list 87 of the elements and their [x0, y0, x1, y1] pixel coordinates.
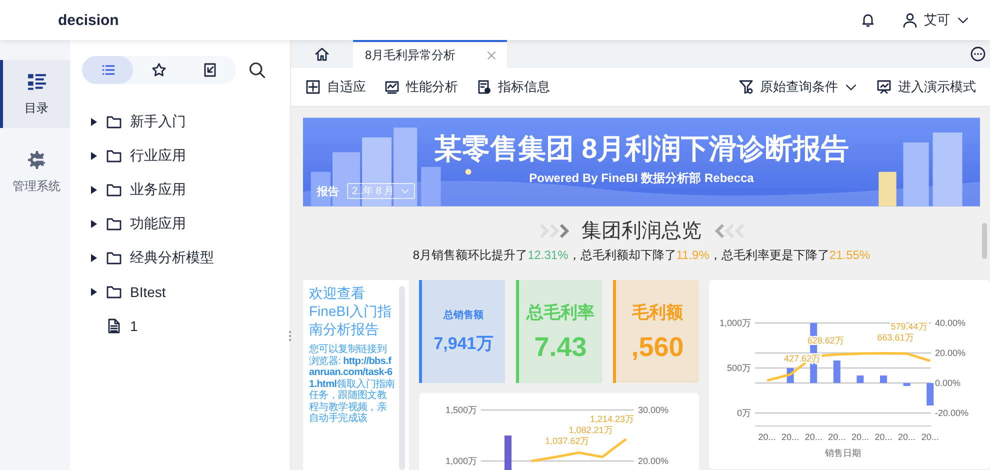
monitor-icon	[384, 79, 400, 95]
tab[interactable]: 8月毛利异常分析	[353, 40, 507, 68]
section-title: 集团利润总览	[582, 219, 702, 244]
folder-icon	[106, 216, 122, 232]
tree-item[interactable]: 1	[130, 318, 138, 334]
filter-label: 报告	[317, 184, 339, 198]
caret-icon[interactable]	[90, 186, 98, 194]
axis-label: 1,500万	[445, 405, 477, 415]
axis-label: 20...	[804, 432, 822, 442]
tree-item[interactable]: 业务应用	[130, 181, 186, 199]
axis-label: -20.00%	[935, 408, 969, 418]
axis-label: 20...	[898, 432, 916, 442]
more-icon	[970, 46, 986, 62]
axis-title: 销售日期	[825, 448, 861, 458]
tree-item[interactable]: 行业应用	[130, 147, 186, 165]
caret-icon[interactable]	[90, 152, 98, 160]
banner-subtitle: Powered By FineBI 数据分析部 Rebecca	[529, 170, 754, 186]
close-icon[interactable]	[486, 50, 497, 60]
intro-title: 欢迎查看FineBI入门指南分析报告	[309, 284, 392, 338]
home-icon	[314, 46, 330, 62]
axis-label: 20.00%	[935, 348, 966, 358]
kpi-label: 总毛利率	[526, 302, 594, 324]
list-icon	[26, 72, 46, 92]
axis-label: 20...	[874, 432, 892, 442]
axis-label: 0.00%	[935, 378, 961, 388]
filter-icon	[738, 79, 754, 95]
caret-icon[interactable]	[90, 220, 98, 228]
data-label: 579.44万	[890, 321, 928, 332]
search-button[interactable]	[248, 61, 266, 79]
scrollbar[interactable]	[399, 286, 405, 470]
toolbar-button[interactable]: 进入演示模式	[876, 78, 976, 96]
import-icon	[202, 62, 218, 78]
axis-label: 0万	[736, 408, 751, 418]
splitter-handle[interactable]	[288, 330, 292, 342]
axis-label: 1,000万	[445, 456, 477, 466]
caret-icon[interactable]	[90, 288, 98, 296]
star-icon	[150, 62, 167, 78]
presentation-icon	[876, 79, 892, 95]
toolbar-button[interactable]: 自适应	[305, 78, 366, 96]
banner-title: 某零售集团 8月利润下滑诊断报告	[434, 132, 850, 166]
data-label: 1,214.23万	[590, 414, 634, 424]
user-icon	[902, 12, 918, 28]
caret-icon[interactable]	[90, 118, 98, 126]
caret-icon[interactable]	[90, 254, 98, 262]
scrollbar[interactable]	[982, 223, 987, 259]
tree-item[interactable]: 经典分析模型	[130, 249, 214, 267]
app-title: decision	[58, 12, 119, 28]
kpi-value: 7.43	[534, 332, 587, 362]
axis-label: 500万	[726, 363, 751, 373]
toolbar-button[interactable]: 性能分析	[384, 78, 458, 96]
tree-item[interactable]: 功能应用	[130, 215, 186, 233]
kpi-value: 7,941万	[434, 333, 494, 355]
folder-icon	[106, 182, 122, 198]
folder-icon	[106, 114, 122, 130]
user-menu[interactable]: 艾可	[902, 11, 970, 29]
gear-icon	[26, 150, 46, 170]
folder-icon	[106, 148, 122, 164]
data-label: 1,082.21万	[568, 425, 613, 436]
axis-label: 20...	[828, 432, 846, 442]
data-label: 663.61万	[877, 332, 914, 342]
notification-icon[interactable]	[860, 12, 876, 28]
axis-label: 20...	[851, 432, 869, 442]
axis-label: 30.00%	[638, 405, 669, 415]
axis-label: 20...	[782, 432, 800, 442]
axis-label: 1,000万	[719, 318, 751, 328]
search-icon	[248, 61, 266, 79]
nav-item[interactable]: 目录	[0, 60, 70, 128]
folder-icon	[106, 284, 122, 300]
axis-label: 20...	[921, 432, 939, 442]
intro-text: 您可以复制链接到浏览器: http://bbs.fanruan.com/task-61.html领取入门指南任务，跟随图文教程与教学视频，亲自动手完成该	[309, 344, 396, 424]
info-icon	[476, 79, 492, 95]
toolbar-button[interactable]: 原始查询条件	[738, 78, 858, 96]
nav-item[interactable]: 管理系统	[0, 138, 70, 206]
data-label: 1,037.62万	[545, 436, 590, 446]
axis-label: 20.00%	[638, 456, 669, 466]
kpi-value: ,560	[631, 332, 684, 362]
axis-label: 40.00%	[935, 318, 966, 328]
folder-icon	[106, 250, 122, 266]
kpi-label: 毛利额	[632, 302, 683, 324]
summary-text: 8月销售额环比提升了 12.31%，总毛利额却下降了11.9%，总毛利率更是下降了21.55%	[412, 247, 872, 264]
toolbar-button[interactable]: 指标信息	[476, 78, 550, 96]
tree-item[interactable]: BItest	[130, 284, 166, 300]
kpi-label: 总销售额	[444, 308, 484, 322]
document-icon	[106, 318, 122, 334]
tree-item[interactable]: 新手入门	[130, 113, 186, 131]
fit-icon	[305, 79, 321, 95]
axis-label: 20...	[758, 432, 776, 442]
